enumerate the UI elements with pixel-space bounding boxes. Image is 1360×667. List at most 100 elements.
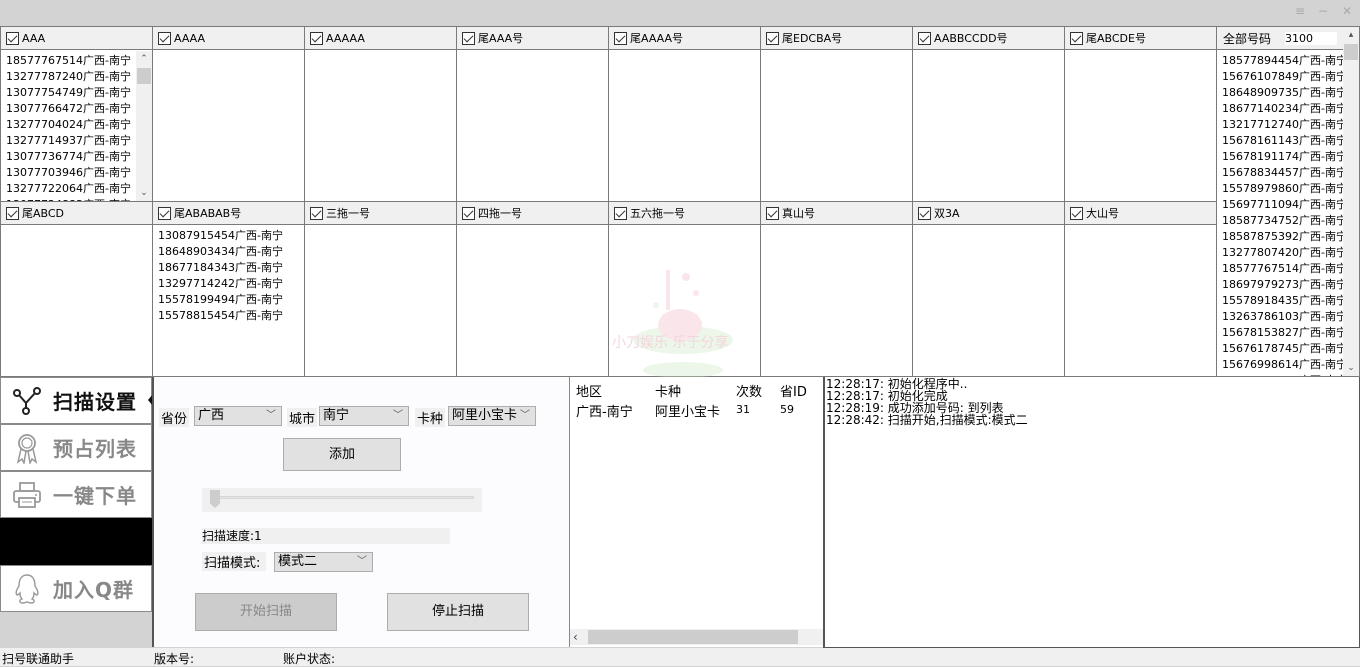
table-row[interactable]: 广西-南宁 阿里小宝卡 31 59 bbox=[570, 399, 824, 420]
category-checkbox[interactable] bbox=[6, 31, 19, 45]
number-list[interactable] bbox=[913, 51, 1064, 201]
scroll-down-icon[interactable]: ⌄ bbox=[136, 185, 152, 201]
number-list[interactable] bbox=[761, 51, 912, 201]
list-item[interactable]: 15677193827广西-南宁 bbox=[1222, 373, 1343, 376]
slider-thumb[interactable] bbox=[210, 490, 220, 508]
category-checkbox[interactable] bbox=[158, 31, 171, 45]
nav-item-scan-settings[interactable]: 扫描设置 bbox=[0, 377, 153, 424]
list-item[interactable]: 15578979860广西-南宁 bbox=[1222, 181, 1343, 197]
list-item[interactable]: 18587734752广西-南宁 bbox=[1222, 213, 1343, 229]
list-item[interactable]: 13277704024广西-南宁 bbox=[6, 117, 136, 133]
list-item[interactable]: 18648909735广西-南宁 bbox=[1222, 85, 1343, 101]
list-item[interactable]: 18577767514广西-南宁 bbox=[1222, 261, 1343, 277]
list-item[interactable]: 13077766472广西-南宁 bbox=[6, 101, 136, 117]
list-item[interactable]: 18587875392广西-南宁 bbox=[1222, 229, 1343, 245]
category-checkbox[interactable] bbox=[310, 31, 323, 45]
number-list[interactable] bbox=[913, 226, 1064, 376]
column-header-card-type[interactable]: 卡种 bbox=[655, 381, 681, 400]
list-item[interactable]: 15676998614广西-南宁 bbox=[1222, 357, 1343, 373]
column-header-count[interactable]: 次数 bbox=[736, 381, 762, 400]
number-list[interactable] bbox=[609, 226, 760, 376]
scroll-up-icon[interactable]: ▴ bbox=[1343, 27, 1359, 43]
list-item[interactable]: 15578918435广西-南宁 bbox=[1222, 293, 1343, 309]
scroll-up-icon[interactable]: ⌃ bbox=[136, 51, 152, 67]
column-header-region[interactable]: 地区 bbox=[576, 381, 602, 400]
category-checkbox[interactable] bbox=[918, 31, 931, 45]
list-item[interactable]: 18677184343广西-南宁 bbox=[158, 260, 304, 276]
grid-horizontal-scrollbar[interactable]: ‹ bbox=[570, 629, 824, 645]
category-checkbox[interactable] bbox=[614, 31, 627, 45]
category-checkbox[interactable] bbox=[1070, 206, 1083, 220]
list-item[interactable]: 15678161143广西-南宁 bbox=[1222, 133, 1343, 149]
speed-slider[interactable] bbox=[202, 488, 482, 512]
list-item[interactable]: 13277722064广西-南宁 bbox=[6, 181, 136, 197]
category-checkbox[interactable] bbox=[6, 206, 19, 220]
list-item[interactable]: 13077736774广西-南宁 bbox=[6, 149, 136, 165]
number-list[interactable] bbox=[153, 51, 304, 201]
list-scrollbar[interactable]: ⌃ ⌄ bbox=[136, 51, 152, 201]
chevron-left-icon[interactable]: ‹ bbox=[573, 629, 578, 645]
number-list[interactable] bbox=[305, 51, 456, 201]
number-list[interactable] bbox=[1, 226, 152, 376]
minimize-button[interactable]: − bbox=[1313, 3, 1333, 19]
close-button[interactable]: ✕ bbox=[1337, 3, 1357, 19]
list-item[interactable]: 15578815454广西-南宁 bbox=[158, 308, 304, 324]
list-item[interactable]: 13277787240广西-南宁 bbox=[6, 69, 136, 85]
list-item[interactable]: 15578199494广西-南宁 bbox=[158, 292, 304, 308]
list-item[interactable]: 18677140234广西-南宁 bbox=[1222, 101, 1343, 117]
list-item[interactable]: 15678153827广西-南宁 bbox=[1222, 325, 1343, 341]
list-item[interactable]: 18577767514广西-南宁 bbox=[6, 53, 136, 69]
category-checkbox[interactable] bbox=[766, 206, 779, 220]
list-item[interactable]: 13077703946广西-南宁 bbox=[6, 165, 136, 181]
category-checkbox[interactable] bbox=[766, 31, 779, 45]
list-item[interactable]: 13217712740广西-南宁 bbox=[1222, 117, 1343, 133]
number-list[interactable]: 18577767514广西-南宁 13277787240广西-南宁 13077754… bbox=[1, 51, 136, 201]
list-item[interactable]: 18648903434广西-南宁 bbox=[158, 244, 304, 260]
list-item[interactable]: 13087915454广西-南宁 bbox=[158, 228, 304, 244]
list-item[interactable]: 13263786103广西-南宁 bbox=[1222, 309, 1343, 325]
scrollbar-thumb[interactable] bbox=[588, 630, 798, 644]
nav-item-reserved-list[interactable]: 预占列表 bbox=[0, 424, 152, 471]
category-checkbox[interactable] bbox=[918, 206, 931, 220]
number-list[interactable] bbox=[1065, 51, 1216, 201]
category-checkbox[interactable] bbox=[462, 31, 475, 45]
list-item[interactable]: 13297714242广西-南宁 bbox=[158, 276, 304, 292]
number-list[interactable] bbox=[305, 226, 456, 376]
number-list[interactable] bbox=[761, 226, 912, 376]
all-numbers-list[interactable]: 18577894454广西-南宁 15676107849广西-南宁 18648909… bbox=[1217, 51, 1343, 376]
add-button[interactable]: 添加 bbox=[283, 438, 401, 471]
number-list[interactable] bbox=[609, 51, 760, 201]
list-item[interactable]: 15697711094广西-南宁 bbox=[1222, 197, 1343, 213]
list-item[interactable]: 15678191174广西-南宁 bbox=[1222, 149, 1343, 165]
stop-scan-button[interactable]: 停止扫描 bbox=[387, 593, 529, 631]
list-item[interactable]: 18697979273广西-南宁 bbox=[1222, 277, 1343, 293]
all-numbers-scrollbar[interactable]: ▴ ⌄ bbox=[1343, 27, 1359, 376]
list-item[interactable]: 15676107849广西-南宁 bbox=[1222, 69, 1343, 85]
number-list[interactable] bbox=[457, 51, 608, 201]
list-item[interactable]: 13277807420广西-南宁 bbox=[1222, 245, 1343, 261]
list-item[interactable]: 13277714937广西-南宁 bbox=[6, 133, 136, 149]
card-type-select[interactable]: 阿里小宝卡 ﹀ bbox=[448, 406, 536, 426]
scan-mode-select[interactable]: 模式二 ﹀ bbox=[274, 552, 373, 572]
list-item[interactable]: 15676178745广西-南宁 bbox=[1222, 341, 1343, 357]
number-list[interactable] bbox=[457, 226, 608, 376]
list-item[interactable]: 13077754749广西-南宁 bbox=[6, 85, 136, 101]
list-item[interactable]: 18577894454广西-南宁 bbox=[1222, 53, 1343, 69]
nav-item-one-click-order[interactable]: 一键下单 bbox=[0, 471, 152, 518]
category-checkbox[interactable] bbox=[158, 206, 171, 220]
menu-icon[interactable]: ≡ bbox=[1290, 3, 1310, 19]
start-scan-button[interactable]: 开始扫描 bbox=[195, 593, 337, 631]
category-checkbox[interactable] bbox=[310, 206, 323, 220]
scrollbar-thumb[interactable] bbox=[137, 68, 151, 84]
nav-item-join-qq-group[interactable]: 加入Q群 bbox=[0, 565, 152, 612]
column-header-province-id[interactable]: 省ID bbox=[780, 381, 807, 400]
list-item[interactable]: 15678834457广西-南宁 bbox=[1222, 165, 1343, 181]
category-checkbox[interactable] bbox=[462, 206, 475, 220]
number-list[interactable] bbox=[1065, 226, 1216, 376]
category-checkbox[interactable] bbox=[614, 206, 627, 220]
scroll-down-icon[interactable]: ⌄ bbox=[1343, 360, 1359, 376]
province-select[interactable]: 广西 ﹀ bbox=[194, 406, 282, 426]
number-list[interactable]: 13087915454广西-南宁 18648903434广西-南宁 18677184… bbox=[153, 226, 304, 376]
city-select[interactable]: 南宁 ﹀ bbox=[319, 406, 409, 426]
category-checkbox[interactable] bbox=[1070, 31, 1083, 45]
